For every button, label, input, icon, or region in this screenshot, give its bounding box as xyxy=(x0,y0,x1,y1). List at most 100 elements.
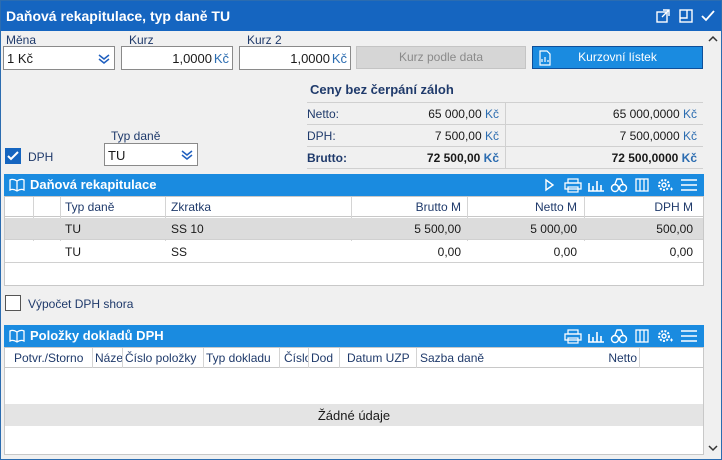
items-title: Položky dokladů DPH xyxy=(30,328,164,343)
empty-data-row: Žádné údaje xyxy=(5,404,703,426)
column-divider xyxy=(122,348,123,368)
summary-value: 72 500,00 xyxy=(426,151,481,165)
book-icon xyxy=(9,329,25,343)
kurz-label: Kurz xyxy=(129,33,154,47)
column-header[interactable]: Potvr./Storno xyxy=(14,351,92,365)
typ-dane-select[interactable]: TU xyxy=(104,143,198,166)
dph-checkbox[interactable] xyxy=(5,148,21,164)
column-header[interactable]: Číslo xyxy=(284,351,308,365)
confirm-check-icon[interactable] xyxy=(698,6,718,26)
cell-netto: 5 000,00 xyxy=(530,222,577,236)
table-row[interactable]: TU SS 0,00 0,00 0,00 xyxy=(5,241,703,263)
menu-icon[interactable] xyxy=(679,177,699,193)
print-icon[interactable] xyxy=(563,328,583,344)
play-icon[interactable] xyxy=(542,177,556,193)
items-panel-header: Položky dokladů DPH xyxy=(4,325,704,347)
column-divider xyxy=(416,348,417,368)
column-divider xyxy=(203,348,204,368)
tax-recap-panel-header: Daňová rekapitulace xyxy=(4,174,704,196)
tax-recap-grid: Typ daně Zkratka Brutto M Netto M DPH M … xyxy=(4,196,704,286)
items-grid: Potvr./Storno Náze Číslo položky Typ dok… xyxy=(4,347,704,455)
tax-recap-title: Daňová rekapitulace xyxy=(30,177,157,192)
typ-dane-value: TU xyxy=(108,148,126,163)
column-header[interactable]: Brutto M xyxy=(416,200,461,214)
items-grid-header: Potvr./Storno Náze Číslo položky Typ dok… xyxy=(5,348,703,368)
document-chart-icon xyxy=(539,50,551,66)
kurz2-field[interactable]: 1,0000 Kč xyxy=(239,46,351,70)
table-row[interactable]: TU SS 10 5 500,00 5 000,00 500,00 xyxy=(5,218,703,240)
vypocet-dph-shora-checkbox[interactable] xyxy=(5,295,21,311)
bar-chart-icon[interactable] xyxy=(587,328,605,344)
kurzovni-listek-label: Kurzovní lístek xyxy=(578,50,657,64)
column-header[interactable]: DPH M xyxy=(654,200,693,214)
dock-icon[interactable] xyxy=(676,6,696,26)
columns-icon[interactable] xyxy=(634,328,650,344)
summary-unit: Kč xyxy=(682,107,697,121)
dropdown-chevron-icon xyxy=(98,54,110,64)
kurz-podle-data-button[interactable]: Kurz podle data xyxy=(356,46,526,69)
vypocet-dph-shora-label: Výpočet DPH shora xyxy=(28,297,134,311)
kurz2-unit: Kč xyxy=(331,51,347,66)
mena-value: 1 Kč xyxy=(7,51,34,66)
summary-value: 65 000,0000 xyxy=(612,107,680,121)
cell-typ-dane: TU xyxy=(65,245,81,259)
binoculars-icon[interactable] xyxy=(610,328,628,344)
summary-label: DPH: xyxy=(307,129,336,143)
column-header[interactable]: Datum UZP xyxy=(347,351,415,365)
column-header[interactable]: Náze xyxy=(95,351,123,365)
empty-data-text: Žádné údaje xyxy=(317,408,391,423)
tax-recap-window: Daňová rekapitulace, typ daně TU Měna 1 … xyxy=(0,0,722,460)
column-header[interactable]: Dod xyxy=(311,351,335,365)
menu-icon[interactable] xyxy=(679,328,699,344)
cell-zkratka: SS xyxy=(171,245,188,259)
column-header[interactable]: Netto M xyxy=(535,200,577,214)
dph-label: DPH xyxy=(28,150,54,164)
kurz2-label: Kurz 2 xyxy=(247,33,282,47)
scroll-down-icon[interactable] xyxy=(708,444,718,452)
summary-column-divider xyxy=(505,103,506,169)
scroll-up-icon[interactable] xyxy=(708,35,718,43)
checkmark-icon xyxy=(7,151,19,161)
cell-brutto: 0,00 xyxy=(437,245,461,259)
cell-brutto: 5 500,00 xyxy=(414,222,461,236)
cell-typ-dane: TU xyxy=(65,222,81,236)
summary-value: 72 500,0000 xyxy=(611,151,679,165)
kurzovni-listek-button[interactable]: Kurzovní lístek xyxy=(532,46,703,69)
summary-unit: Kč xyxy=(484,129,499,143)
column-divider xyxy=(339,348,340,368)
summary-title: Ceny bez čerpání záloh xyxy=(310,82,454,97)
column-header[interactable]: Číslo položky xyxy=(125,351,203,365)
vertical-scrollbar[interactable] xyxy=(705,31,721,459)
column-header[interactable]: Sazba daně xyxy=(420,351,490,365)
column-header[interactable]: Zkratka xyxy=(171,200,211,214)
book-icon xyxy=(9,178,25,192)
summary-value: 65 000,00 xyxy=(428,107,482,121)
dropdown-chevron-icon xyxy=(181,150,193,160)
summary-value: 7 500,00 xyxy=(434,129,482,143)
mena-select[interactable]: 1 Kč xyxy=(3,46,115,70)
popout-icon[interactable] xyxy=(653,6,673,26)
kurz-unit: Kč xyxy=(213,51,229,66)
columns-icon[interactable] xyxy=(634,177,650,193)
cell-dph: 0,00 xyxy=(669,245,693,259)
kurz-field[interactable]: 1,0000 Kč xyxy=(121,46,233,70)
summary-unit: Kč xyxy=(682,129,697,143)
column-divider xyxy=(279,348,280,368)
cell-dph: 500,00 xyxy=(656,222,693,236)
print-icon[interactable] xyxy=(563,177,583,193)
bar-chart-icon[interactable] xyxy=(587,177,605,193)
summary-label: Netto: xyxy=(307,107,340,121)
summary-unit: Kč xyxy=(681,151,697,165)
summary-unit: Kč xyxy=(483,151,499,165)
gear-icon[interactable] xyxy=(656,177,674,193)
column-header[interactable]: Typ daně xyxy=(65,200,114,214)
summary-value: 7 500,0000 xyxy=(619,129,680,143)
kurz2-value: 1,0000 xyxy=(290,51,330,66)
column-header[interactable]: Netto xyxy=(601,351,637,365)
column-header[interactable]: Typ dokladu xyxy=(206,351,276,365)
gear-icon[interactable] xyxy=(656,328,674,344)
summary-label: Brutto: xyxy=(307,151,347,165)
column-divider xyxy=(92,348,93,368)
cell-zkratka: SS 10 xyxy=(171,222,204,236)
binoculars-icon[interactable] xyxy=(610,177,628,193)
